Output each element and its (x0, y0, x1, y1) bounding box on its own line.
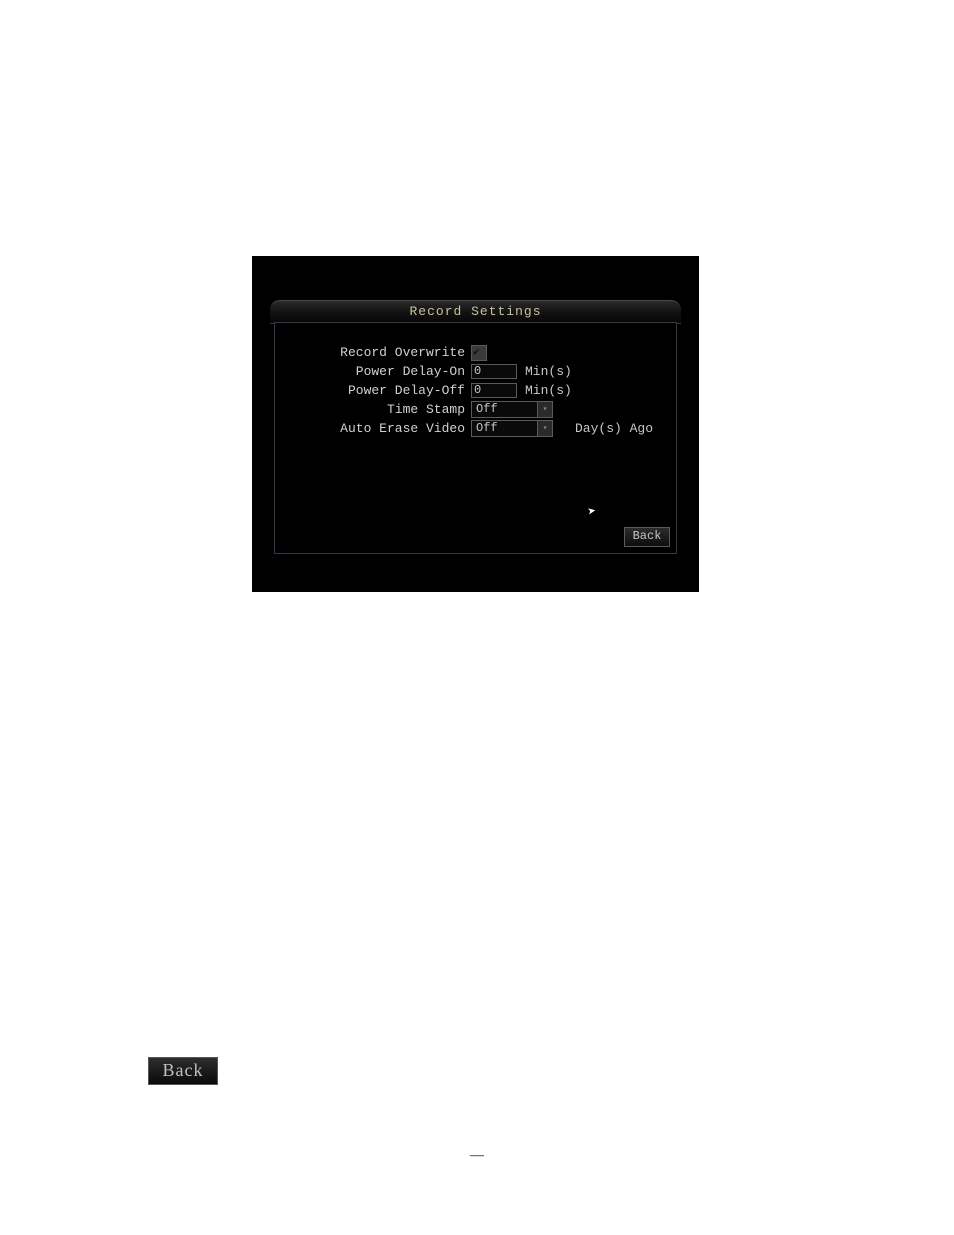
record-settings-dialog: Record Settings Record Overwrite Power D… (252, 256, 699, 592)
chevron-down-icon: ▾ (537, 402, 552, 417)
back-button-graphic[interactable]: Back (148, 1057, 218, 1085)
select-time-stamp-value: Off (476, 400, 498, 419)
unit-auto-erase-video: Day(s) Ago (553, 419, 653, 438)
label-record-overwrite: Record Overwrite (285, 343, 471, 362)
label-time-stamp: Time Stamp (285, 400, 471, 419)
row-power-delay-off: Power Delay-Off 0 Min(s) (285, 381, 666, 400)
back-button[interactable]: Back (624, 527, 670, 547)
dialog-title-bar: Record Settings (270, 300, 681, 324)
label-power-delay-on: Power Delay-On (285, 362, 471, 381)
row-record-overwrite: Record Overwrite (285, 343, 666, 362)
label-auto-erase-video: Auto Erase Video (285, 419, 471, 438)
dialog-panel: Record Overwrite Power Delay-On 0 Min(s)… (274, 322, 677, 554)
select-auto-erase-value: Off (476, 419, 498, 438)
row-power-delay-on: Power Delay-On 0 Min(s) (285, 362, 666, 381)
row-time-stamp: Time Stamp Off ▾ (285, 400, 666, 419)
input-power-delay-off[interactable]: 0 (471, 383, 517, 398)
input-power-delay-on[interactable]: 0 (471, 364, 517, 379)
row-auto-erase-video: Auto Erase Video Off ▾ Day(s) Ago (285, 419, 666, 438)
unit-power-delay-on: Min(s) (517, 362, 572, 381)
select-time-stamp[interactable]: Off ▾ (471, 401, 553, 418)
label-power-delay-off: Power Delay-Off (285, 381, 471, 400)
checkbox-record-overwrite[interactable] (471, 345, 487, 361)
unit-power-delay-off: Min(s) (517, 381, 572, 400)
select-auto-erase-video[interactable]: Off ▾ (471, 420, 553, 437)
page-marker: — (0, 1148, 954, 1164)
chevron-down-icon: ▾ (537, 421, 552, 436)
dialog-title: Record Settings (409, 304, 541, 319)
settings-form: Record Overwrite Power Delay-On 0 Min(s)… (285, 343, 666, 438)
